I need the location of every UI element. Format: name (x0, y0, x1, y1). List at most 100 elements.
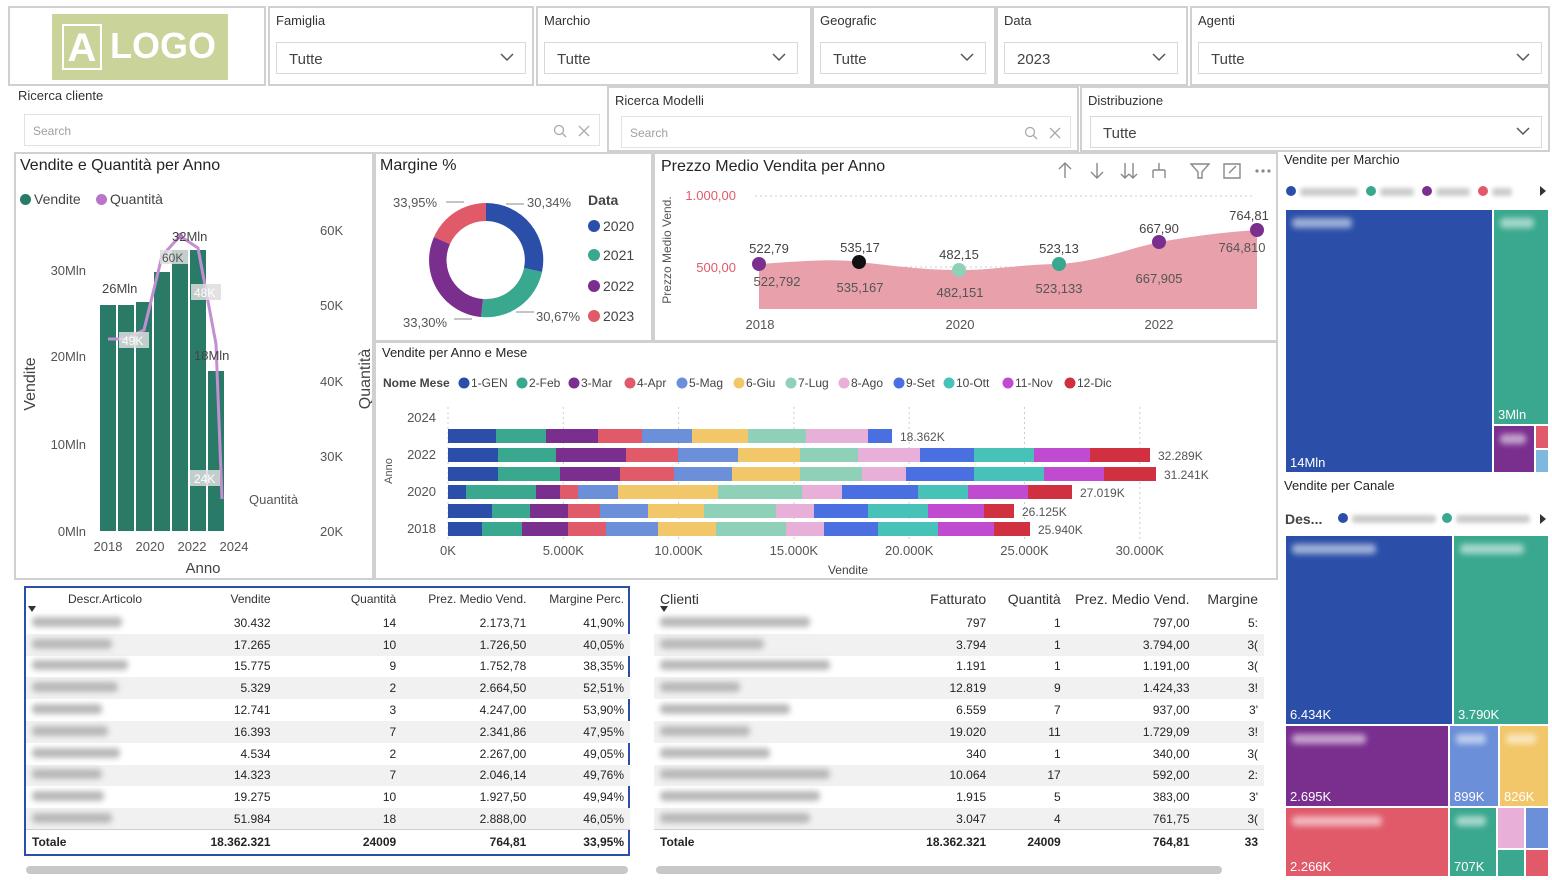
bar-segment[interactable] (568, 504, 600, 518)
col-descr-articolo[interactable]: Descr.Articolo (26, 586, 199, 612)
treemap-tile[interactable]: 826K (1498, 724, 1550, 808)
bar-segment[interactable] (920, 448, 974, 462)
clear-icon[interactable] (1048, 126, 1062, 140)
treemap-tile[interactable] (1492, 424, 1536, 474)
vendite-marchio-treemap[interactable]: Vendite per Marchio 14Mln 3Mln (1280, 152, 1550, 476)
legend-month[interactable]: 8-Ago (851, 376, 883, 390)
treemap-tile[interactable]: 3Mln (1492, 208, 1550, 426)
bar-segment[interactable] (598, 429, 642, 443)
table-row[interactable]: 3.047 4 761,75 3( (654, 808, 1264, 830)
bar-segment[interactable] (530, 504, 568, 518)
col-vendite[interactable]: Vendite (199, 586, 301, 612)
geografic-dropdown[interactable]: Tutte (820, 42, 986, 74)
clear-icon[interactable] (577, 124, 591, 138)
vendite-anno-mese-chart[interactable]: Vendite per Anno e Mese Nome Mese Anno 2… (374, 341, 1278, 580)
bar-segment[interactable] (1044, 467, 1104, 481)
legend-2022[interactable]: 2022 (603, 278, 634, 294)
bar-segment[interactable] (994, 522, 1030, 536)
legend-month[interactable]: 4-Apr (637, 376, 666, 390)
legend-month[interactable]: 6-Giu (746, 376, 775, 390)
vendite-canale-treemap[interactable]: Vendite per Canale Des... 6.434K 3.790K … (1280, 478, 1550, 878)
legend-month[interactable]: 5-Mag (689, 376, 723, 390)
legend-2021[interactable]: 2021 (603, 247, 634, 263)
bar-segment[interactable] (448, 485, 466, 499)
bar-segment[interactable] (868, 504, 928, 518)
bar-segment[interactable] (824, 522, 878, 536)
prezzo-medio-chart[interactable]: Prezzo Medio Vendita per Anno Prezzo Med… (653, 152, 1278, 342)
bar-segment[interactable] (984, 504, 1014, 518)
treemap-tile[interactable]: 2.266K (1284, 806, 1450, 878)
bar-segment[interactable] (498, 448, 556, 462)
slice-2023[interactable] (434, 203, 486, 244)
chevron-right-icon[interactable] (1538, 184, 1548, 198)
bar-segment[interactable] (600, 504, 648, 518)
col-prez-medio[interactable]: Prez. Medio Vend. (402, 586, 532, 612)
treemap-tile[interactable]: 2.695K (1284, 724, 1450, 808)
bar-segment[interactable] (938, 522, 994, 536)
point-2021[interactable] (1052, 257, 1066, 271)
legend-month[interactable]: 1-GEN (471, 376, 508, 390)
table-row[interactable]: 797 1 797,00 5: (654, 612, 1264, 634)
treemap-tile[interactable]: 899K (1448, 724, 1500, 808)
data-dropdown[interactable]: 2023 (1004, 42, 1178, 74)
table-row[interactable]: 5.329 2 2.664,50 52,51% (26, 677, 630, 700)
bar-segment[interactable] (716, 522, 786, 536)
bar-segment[interactable] (868, 429, 892, 443)
table-row[interactable]: 19.275 10 1.927,50 49,94% (26, 786, 630, 808)
bar-segment[interactable] (1090, 448, 1150, 462)
table-row[interactable]: 340 1 340,00 3( (654, 743, 1264, 765)
bar-segment[interactable] (496, 429, 546, 443)
treemap-tile[interactable] (1534, 448, 1550, 474)
bar-segment[interactable] (906, 467, 974, 481)
chevron-right-icon[interactable] (1538, 512, 1548, 526)
table-row[interactable]: 10.064 17 592,00 2: (654, 764, 1264, 787)
bar-segment[interactable] (776, 504, 814, 518)
point-2023[interactable] (1250, 223, 1264, 237)
bar-segment[interactable] (858, 448, 920, 462)
legend-month[interactable]: 11-Nov (1015, 376, 1053, 390)
ricerca-modelli-search[interactable]: Search (621, 116, 1071, 148)
bar-segment[interactable] (786, 522, 824, 536)
point-2020[interactable] (952, 263, 966, 277)
bar-segment[interactable] (806, 429, 868, 443)
treemap-tile[interactable] (1524, 806, 1550, 850)
bar-segment[interactable] (718, 485, 802, 499)
prezzo-area[interactable] (759, 230, 1257, 309)
bar-segment[interactable] (522, 522, 568, 536)
bar-segment[interactable] (1104, 467, 1156, 481)
legend-month[interactable]: 9-Set (906, 376, 935, 390)
marchio-dropdown[interactable]: Tutte (544, 42, 798, 74)
treemap-tile[interactable] (1496, 848, 1526, 878)
bar-segment[interactable] (448, 522, 482, 536)
table-row[interactable]: 19.020 11 1.729,09 3! (654, 720, 1264, 743)
bar-segment[interactable] (618, 485, 718, 499)
bar-segment[interactable] (498, 467, 560, 481)
treemap-tile[interactable] (1496, 806, 1526, 850)
horizontal-scrollbar[interactable] (656, 866, 1222, 874)
bar-segment[interactable] (648, 504, 704, 518)
bar-segment[interactable] (802, 485, 842, 499)
table-row[interactable]: 14.323 7 2.046,14 49,76% (26, 764, 630, 787)
legend-2023[interactable]: 2023 (603, 308, 634, 324)
bar-segment[interactable] (678, 448, 738, 462)
agenti-dropdown[interactable]: Tutte (1198, 42, 1542, 74)
search-icon[interactable] (1024, 126, 1038, 140)
slice-2022[interactable] (429, 237, 483, 317)
treemap-tile[interactable]: 6.434K (1284, 534, 1454, 726)
bar-segment[interactable] (878, 522, 938, 536)
col-margine[interactable]: Margine (1196, 586, 1264, 612)
treemap-tile[interactable] (1524, 848, 1550, 878)
legend-month[interactable]: 12-Dic (1077, 376, 1112, 390)
famiglia-dropdown[interactable]: Tutte (276, 42, 526, 74)
bar-segment[interactable] (814, 504, 868, 518)
treemap-tile[interactable] (1534, 424, 1550, 450)
bar-segment[interactable] (448, 504, 492, 518)
table-row[interactable]: 6.559 7 937,00 3' (654, 699, 1264, 721)
bar-segment[interactable] (578, 485, 618, 499)
distribuzione-dropdown[interactable]: Tutte (1090, 116, 1542, 148)
col-quantita[interactable]: Quantità (992, 586, 1066, 612)
bar-segment[interactable] (482, 522, 522, 536)
legend-month[interactable]: 3-Mar (581, 376, 612, 390)
table-row[interactable]: 30.432 14 2.173,71 41,90% (26, 612, 630, 634)
bar-2022[interactable] (172, 250, 188, 531)
